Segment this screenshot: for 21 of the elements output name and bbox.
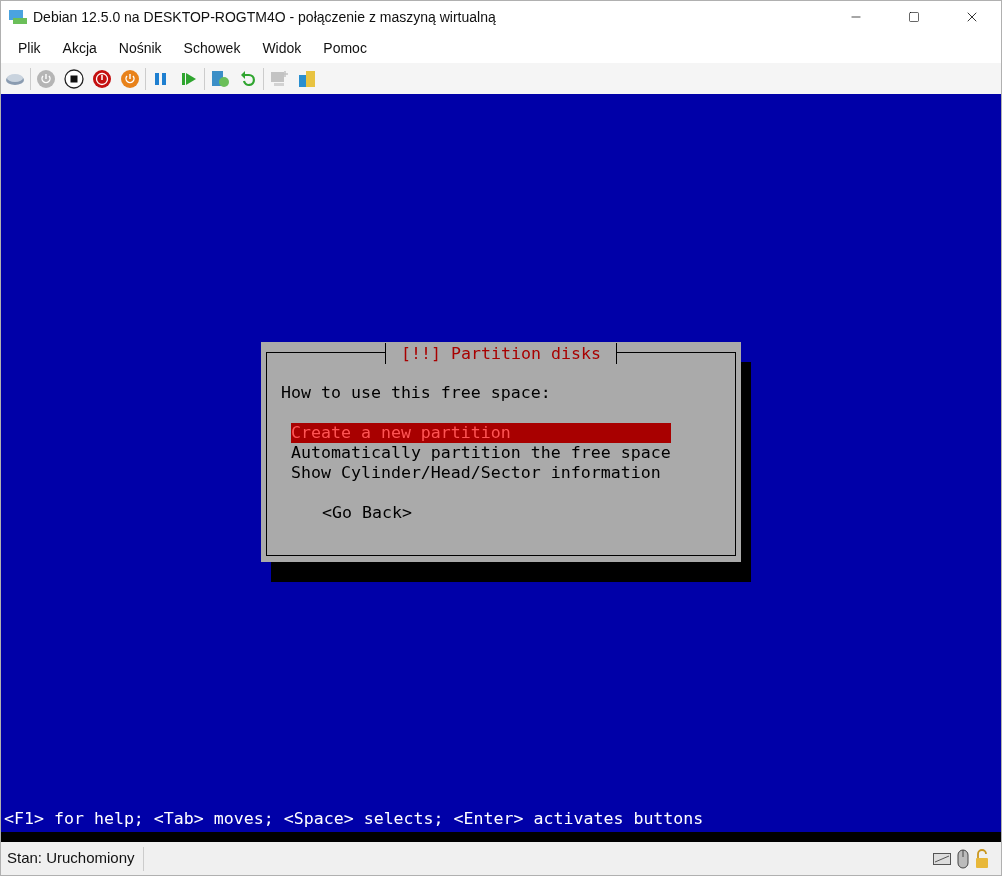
menu-item[interactable]: Nośnik — [107, 37, 173, 59]
menu-item[interactable]: Widok — [251, 37, 313, 59]
stop-icon[interactable] — [64, 68, 84, 89]
power-icon[interactable] — [92, 68, 112, 89]
dialog-title: [!!] Partition disks — [400, 343, 602, 364]
mouse-icon — [957, 848, 969, 869]
virtual-machine-icon — [9, 9, 27, 25]
go-back-button[interactable]: <Go Back> — [322, 503, 412, 523]
maximize-icon — [908, 11, 920, 23]
menu-item[interactable]: Schowek — [172, 37, 252, 59]
window-title: Debian 12.5.0 na DESKTOP-ROGTM4O - połączenie z maszyną wirtualną — [33, 7, 496, 27]
status-text: Stan: Uruchomiony — [6, 848, 136, 869]
menu-item[interactable]: Akcja — [51, 37, 108, 59]
power-icon[interactable] — [120, 68, 140, 89]
lock-icon — [975, 848, 989, 869]
menu-option[interactable]: Automatically partition the free space — [291, 443, 671, 463]
menu-option[interactable]: Show Cylinder/Head/Sector information — [291, 463, 671, 483]
menu-item[interactable]: Pomoc — [312, 37, 378, 59]
dialog-prompt: How to use this free space: — [281, 383, 552, 403]
help-hint: <F1> for help; <Tab> moves; <Space> selects; <Enter> activates buttons — [3, 808, 705, 830]
menu-item[interactable]: Plik — [7, 37, 52, 59]
